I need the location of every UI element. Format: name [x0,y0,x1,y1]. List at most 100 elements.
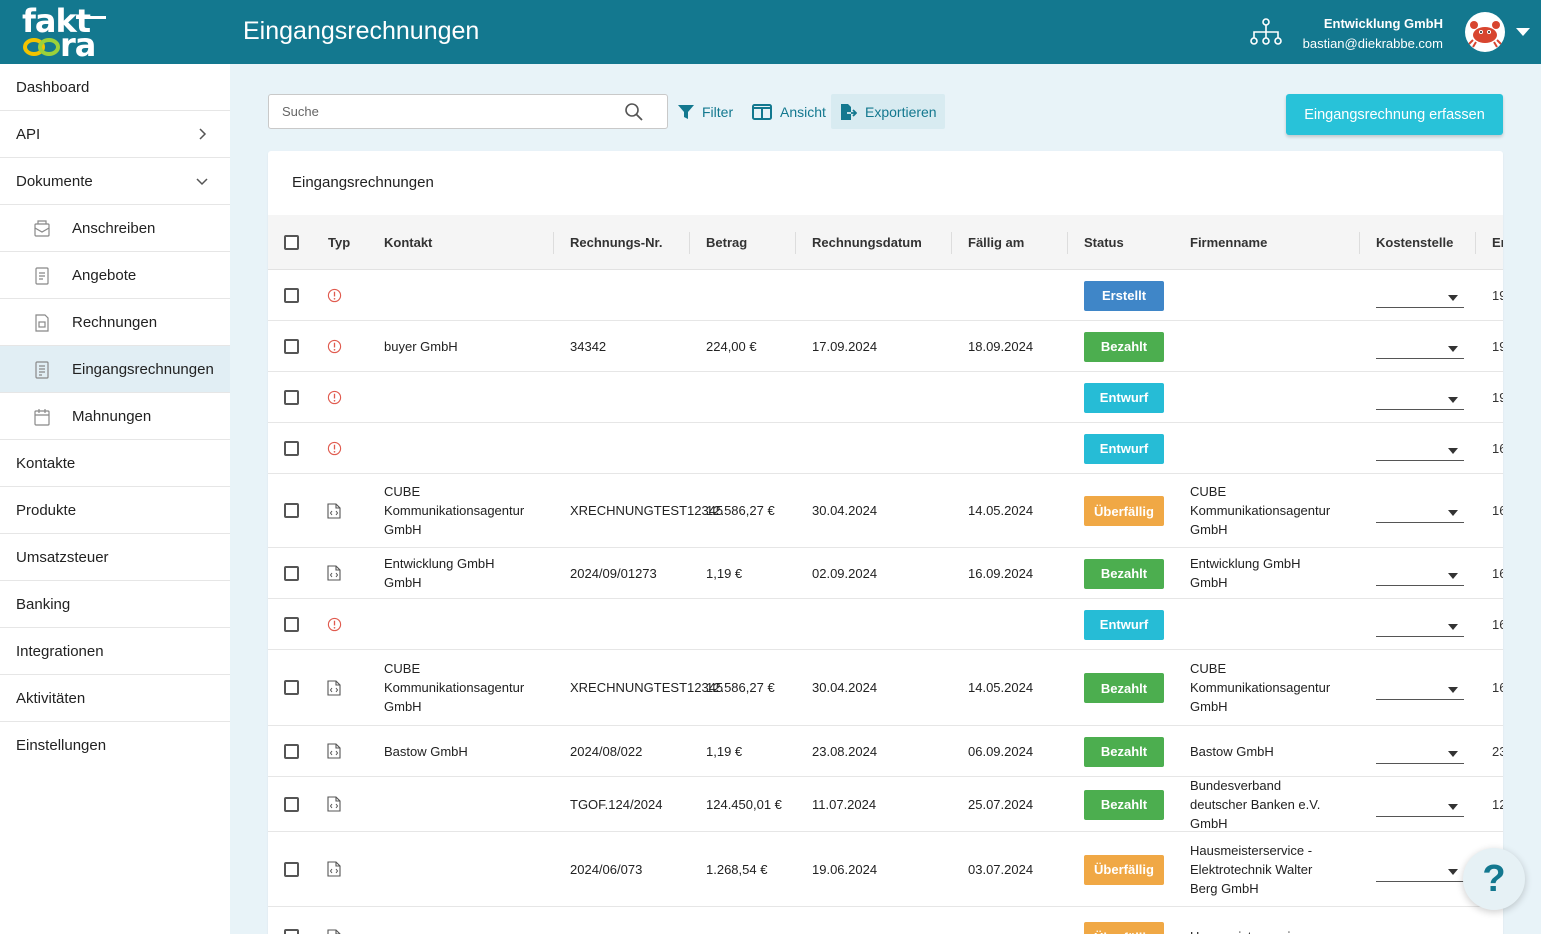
view-button[interactable]: Ansicht [752,94,826,129]
column-header-rechnungsdatum[interactable]: Rechnungsdatum [812,215,922,270]
cost-center-select[interactable] [1376,795,1464,817]
column-header-erstellt[interactable]: Er [1492,215,1503,270]
column-header-betrag[interactable]: Betrag [706,215,747,270]
column-header-rechnungs-nr[interactable]: Rechnungs-Nr. [570,215,662,270]
filter-button[interactable]: Filter [678,94,733,129]
sidebar-item-kontakte[interactable]: Kontakte [0,440,230,487]
column-header-kontakt[interactable]: Kontakt [384,215,432,270]
status-badge: Erstellt [1084,280,1164,311]
cost-center-select[interactable] [1376,501,1464,523]
row-checkbox[interactable] [284,389,299,405]
row-checkbox[interactable] [284,503,299,518]
export-label: Exportieren [865,103,937,120]
column-divider[interactable] [1067,232,1068,254]
row-checkbox[interactable] [284,287,299,303]
table-row[interactable]: Entwurf 16 [268,599,1503,650]
sidebar-item-dokumente[interactable]: Dokumente [0,158,230,205]
row-checkbox[interactable] [284,565,299,581]
table-row[interactable]: Entwicklung GmbH GmbH 2024/09/01273 1,19 €… [268,548,1503,599]
avatar[interactable] [1465,12,1505,52]
sidebar-item-eingangsrechnungen[interactable]: Eingangsrechnungen [0,346,230,393]
row-checkbox[interactable] [284,616,299,632]
table-row[interactable]: buyer GmbH 34342 224,00 € 17.09.2024 18.09.2… [268,321,1503,372]
logo-rings-icon [23,38,60,56]
cost-center-select[interactable] [1376,615,1464,637]
help-button[interactable]: ? [1463,848,1525,910]
column-divider[interactable] [951,232,952,254]
row-checkbox[interactable] [284,743,299,759]
row-checkbox[interactable] [284,861,299,877]
organization-switch-icon[interactable] [1250,18,1282,46]
search-input[interactable] [269,95,609,128]
crab-avatar-icon [1468,21,1502,48]
invoice-date-cell: 30.04.2024 [812,680,878,695]
cost-center-select[interactable] [1376,564,1464,586]
cost-center-select[interactable] [1376,439,1464,461]
table-title: Eingangsrechnungen [292,174,434,191]
sidebar-item-dashboard[interactable]: Dashboard [0,64,230,111]
export-button[interactable]: Exportieren [831,94,945,129]
column-divider[interactable] [1359,232,1360,254]
add-incoming-invoice-button[interactable]: Eingangsrechnung erfassen [1286,94,1503,135]
cost-center-select[interactable] [1376,678,1464,700]
cost-center-select[interactable] [1376,742,1464,764]
table-row[interactable]: Erstellt 19 [268,270,1503,321]
sidebar-item-aktivitaeten[interactable]: Aktivitäten [0,675,230,722]
column-header-firmenname[interactable]: Firmenname [1190,215,1267,270]
sidebar-item-produkte[interactable]: Produkte [0,487,230,534]
column-header-typ[interactable]: Typ [328,215,350,270]
table-row[interactable]: Bastow GmbH 2024/08/022 1,19 € 23.08.2024 06… [268,726,1503,777]
search-icon[interactable] [625,103,643,121]
table-row[interactable]: Hausmeisterservice - Überfällig [268,907,1503,934]
column-divider[interactable] [689,232,690,254]
table-row[interactable]: Entwurf 16 [268,423,1503,474]
account-info[interactable]: Entwicklung GmbH bastian@diekrabbe.com [1303,14,1443,54]
row-checkbox[interactable] [284,796,299,812]
table-row[interactable]: CUBE Kommunikationsagentur GmbH XRECHNUNG… [268,650,1503,726]
invoice-date-cell: 23.08.2024 [812,743,878,759]
column-header-kostenstelle[interactable]: Kostenstelle [1376,215,1453,270]
row-checkbox[interactable] [284,680,299,695]
column-divider[interactable] [1475,232,1476,254]
cost-center-select[interactable] [1376,927,1464,934]
column-divider[interactable] [553,232,554,254]
caret-down-icon [1448,750,1458,757]
incoming-invoice-icon [35,361,49,379]
table-row[interactable]: CUBE Kommunikationsagentur GmbH XRECHNUNG… [268,474,1503,548]
cost-center-select[interactable] [1376,388,1464,410]
cost-center-select[interactable] [1376,337,1464,359]
select-all-checkbox[interactable] [284,235,299,250]
row-checkbox[interactable] [284,440,299,456]
row-checkbox[interactable] [284,929,299,934]
table-row[interactable]: TGOF.124/2024 124.450,01 € 11.07.2024 25.07… [268,777,1503,832]
xml-document-icon [327,726,341,776]
sidebar-item-api[interactable]: API [0,111,230,158]
cost-center-select[interactable] [1376,286,1464,308]
sidebar-item-einstellungen[interactable]: Einstellungen [0,722,230,769]
column-divider[interactable] [795,232,796,254]
sidebar-item-label: Kontakte [16,454,76,472]
row-checkbox[interactable] [284,338,299,354]
sidebar-item-anschreiben[interactable]: Anschreiben [0,205,230,252]
chevron-down-icon [196,178,208,186]
column-header-status[interactable]: Status [1084,215,1124,270]
invoice-number-cell: TGOF.124/2024 [570,796,663,812]
sidebar-item-angebote[interactable]: Angebote [0,252,230,299]
sidebar-item-mahnungen[interactable]: Mahnungen [0,393,230,440]
sidebar-item-rechnungen[interactable]: Rechnungen [0,299,230,346]
caret-down-icon [1448,803,1458,810]
contact-cell [384,832,534,906]
faktora-logo[interactable]: fakt ra [20,5,120,61]
sidebar-item-integrationen[interactable]: Integrationen [0,628,230,675]
column-header-faellig-am[interactable]: Fällig am [968,215,1024,270]
sidebar-item-umsatzsteuer[interactable]: Umsatzsteuer [0,534,230,581]
table-row[interactable]: 2024/06/073 1.268,54 € 19.06.2024 03.07.202… [268,832,1503,907]
invoice-date-cell: 19.06.2024 [812,861,878,877]
table-row[interactable]: Entwurf 19 [268,372,1503,423]
account-menu-chevron-down-icon[interactable] [1516,28,1530,36]
sidebar-item-label: Rechnungen [72,313,158,331]
created-cell: 16 [1492,565,1503,581]
cost-center-select[interactable] [1376,860,1464,882]
sidebar-item-banking[interactable]: Banking [0,581,230,628]
invoice-number-cell [570,599,710,649]
